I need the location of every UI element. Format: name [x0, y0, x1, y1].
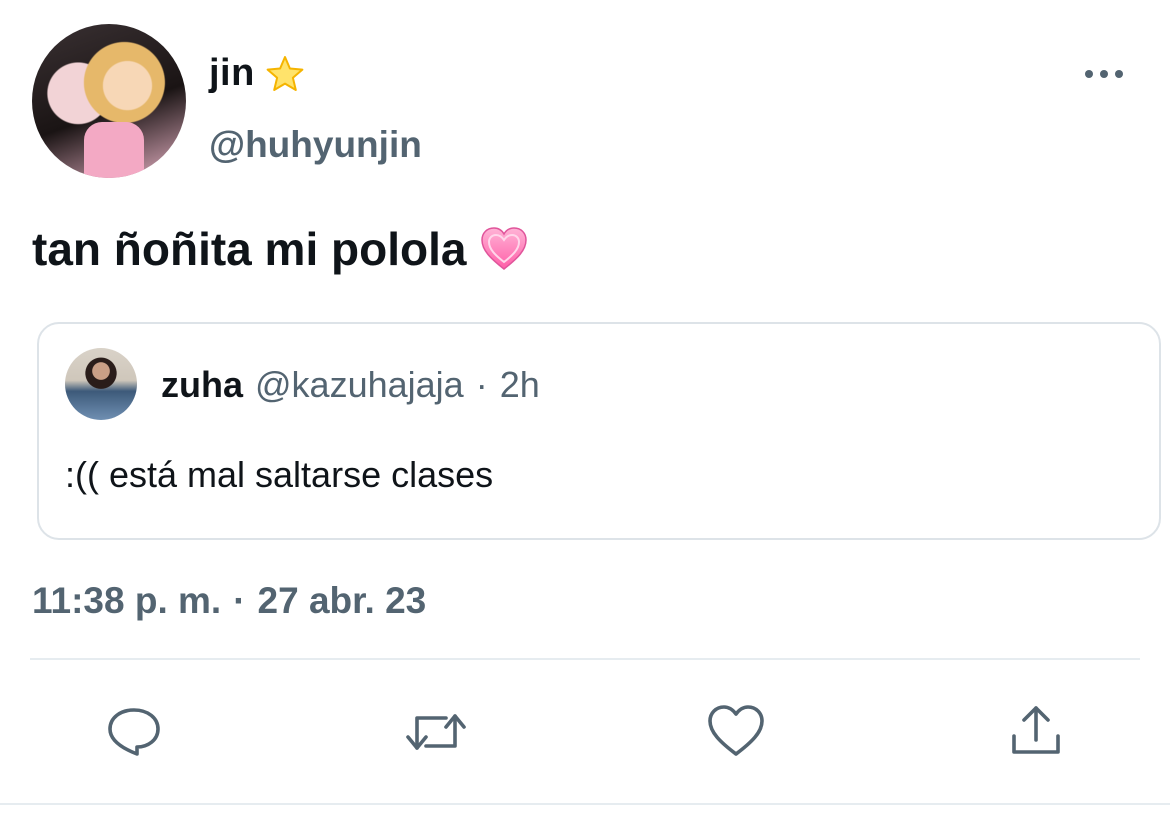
timestamp-date: 27 abr. 23 — [257, 580, 427, 621]
reply-icon[interactable] — [104, 702, 164, 762]
retweet-icon[interactable] — [404, 702, 466, 762]
quoted-name: zuha — [161, 364, 244, 405]
star-icon — [265, 54, 305, 94]
bottom-divider — [0, 803, 1170, 805]
quoted-handle: @kazuhajaja — [255, 364, 464, 405]
author-avatar[interactable] — [32, 24, 186, 178]
more-icon[interactable] — [1085, 64, 1129, 84]
tweet-text: tan ñoñita mi polola — [32, 222, 528, 276]
author-name-row: jin — [209, 52, 305, 95]
author-name[interactable]: jin — [209, 52, 255, 95]
divider — [30, 658, 1140, 660]
author-handle[interactable]: @huhyunjin — [209, 124, 422, 166]
timestamp-separator: · — [233, 580, 246, 621]
tweet-timestamp[interactable]: 11:38 p. m. · 27 abr. 23 — [32, 580, 426, 622]
quoted-avatar[interactable] — [65, 348, 137, 420]
like-icon[interactable] — [706, 702, 766, 762]
quoted-time: 2h — [499, 364, 540, 405]
pink-heart-icon — [480, 226, 528, 272]
quoted-text: :(( está mal saltarse clases — [65, 454, 494, 495]
share-icon[interactable] — [1006, 702, 1066, 762]
quoted-separator: · — [475, 364, 488, 405]
quoted-tweet[interactable]: zuha @kazuhajaja · 2h :(( está mal salta… — [37, 322, 1161, 540]
tweet-text-content: tan ñoñita mi polola — [32, 223, 467, 275]
timestamp-time: 11:38 p. m. — [32, 580, 222, 621]
quoted-header: zuha @kazuhajaja · 2h — [161, 364, 540, 406]
